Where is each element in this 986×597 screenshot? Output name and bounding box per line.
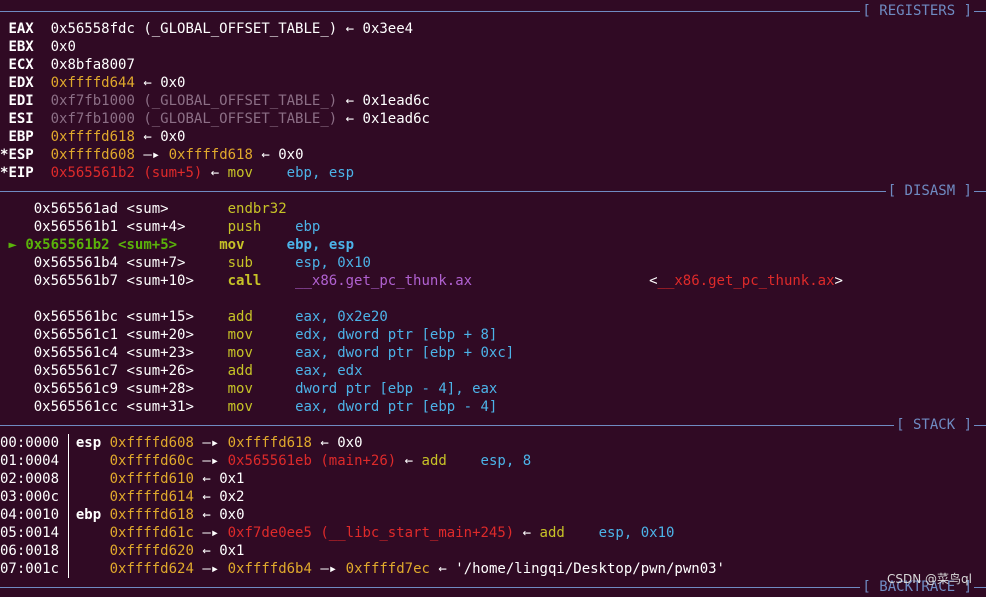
disasm-title: [ DISASM ] (885, 182, 974, 200)
register-row-ecx: ECX 0x8bfa8007 (8, 57, 135, 73)
stack-row: 01:0004 0xffffd60c —▸ 0x565561eb (main+2… (0, 453, 532, 469)
stack-row: 07:001c 0xffffd624 —▸ 0xffffd6b4 —▸ 0xff… (0, 561, 725, 577)
disasm-line: 0x565561b4 <sum+7> sub esp, 0x10 (33, 255, 371, 271)
registers-title: [ REGISTERS ] (860, 2, 974, 20)
stack-row: 02:0008 0xffffd610 ← 0x1 (0, 471, 245, 487)
disasm-line-current: ► 0x565561b2 <sum+5> mov ebp, esp (8, 237, 355, 253)
disasm-line: 0x565561b1 <sum+4> push ebp (33, 219, 321, 235)
current-instruction-marker: ► (8, 237, 17, 253)
disasm-line: 0x565561c4 <sum+23> mov eax, dword ptr [… (33, 345, 515, 361)
register-row-ebp: EBP 0xffffd618 ← 0x0 (8, 129, 186, 145)
stack-title: [ STACK ] (894, 416, 974, 434)
watermark: CSDN @菜鸟ql (887, 572, 972, 586)
stack-row: 03:000c 0xffffd614 ← 0x2 (0, 489, 245, 505)
stack-rule (0, 425, 986, 426)
registers-rule (0, 11, 986, 12)
disasm-rule (0, 191, 986, 192)
disasm-line: 0x565561c9 <sum+28> mov dword ptr [ebp -… (33, 381, 498, 397)
stack-section-header: [ STACK ] (0, 416, 986, 434)
disasm-line: 0x565561ad <sum> endbr32 (33, 201, 287, 217)
stack-row: 05:0014 0xffffd61c —▸ 0xf7de0ee5 (__libc… (0, 525, 675, 541)
register-row-esp: *ESP 0xffffd608 —▸ 0xffffd618 ← 0x0 (0, 147, 304, 163)
disasm-line: 0x565561cc <sum+31> mov eax, dword ptr [… (33, 399, 498, 415)
backtrace-rule (0, 587, 986, 588)
disasm-line: 0x565561c7 <sum+26> add eax, edx (33, 363, 363, 379)
backtrace-section-header: [ BACKTRACE ] (0, 578, 986, 596)
stack-row: 00:0000 esp 0xffffd608 —▸ 0xffffd618 ← 0… (0, 435, 363, 451)
disasm-section-header: [ DISASM ] (0, 182, 986, 200)
stack-row: 06:0018 0xffffd620 ← 0x1 (0, 543, 245, 559)
registers-section-header: [ REGISTERS ] (0, 2, 986, 20)
register-row-eax: EAX 0x56558fdc (_GLOBAL_OFFSET_TABLE_) ←… (8, 21, 414, 37)
register-row-edi: EDI 0xf7fb1000 (_GLOBAL_OFFSET_TABLE_) ←… (8, 93, 430, 109)
register-row-edx: EDX 0xffffd644 ← 0x0 (8, 75, 186, 91)
disasm-line: 0x565561b7 <sum+10> call __x86.get_pc_th… (33, 273, 843, 289)
disasm-line: 0x565561bc <sum+15> add eax, 0x2e20 (33, 309, 388, 325)
stack-row: 04:0010 ebp 0xffffd618 ← 0x0 (0, 507, 245, 523)
register-row-esi: ESI 0xf7fb1000 (_GLOBAL_OFFSET_TABLE_) ←… (8, 111, 430, 127)
disasm-line: 0x565561c1 <sum+20> mov edx, dword ptr [… (33, 327, 498, 343)
register-row-ebx: EBX 0x0 (8, 39, 76, 55)
register-row-eip: *EIP 0x565561b2 (sum+5) ← mov ebp, esp (0, 165, 355, 181)
